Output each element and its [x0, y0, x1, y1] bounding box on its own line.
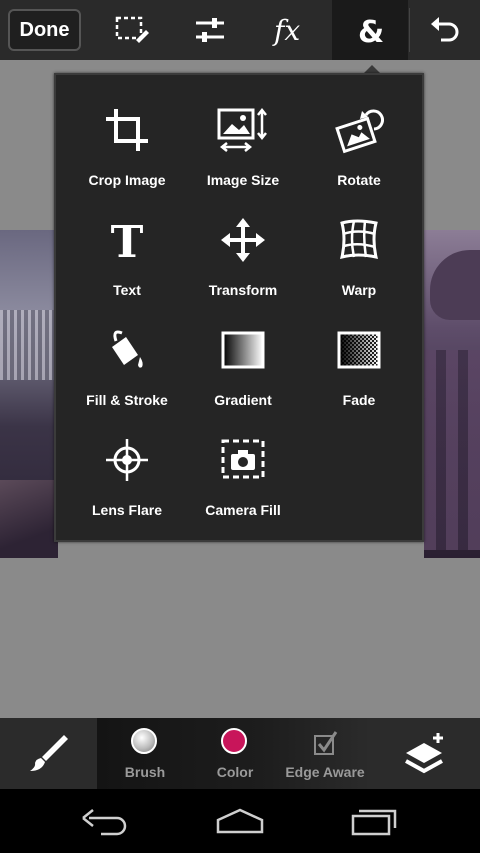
- camera-fill-icon: [185, 435, 301, 485]
- recent-apps-icon[interactable]: [334, 799, 414, 843]
- back-icon[interactable]: [66, 799, 146, 843]
- tool-options-panel: Brush Color Edge Aware: [97, 718, 370, 789]
- edge-aware-label: Edge Aware: [285, 764, 365, 780]
- text-icon: T: [69, 215, 185, 265]
- brush-label: Brush: [124, 764, 166, 780]
- undo-icon[interactable]: [410, 0, 480, 60]
- effects-fx-icon[interactable]: fx: [252, 0, 328, 60]
- brush-tool-icon[interactable]: [0, 718, 97, 789]
- brush-swatch: [131, 728, 157, 754]
- photo-right-edge: [424, 230, 480, 558]
- menu-item-label: Fade: [342, 392, 376, 408]
- svg-text:&: &: [358, 15, 384, 50]
- transform-icon: [185, 215, 301, 265]
- edge-aware-option[interactable]: Edge Aware: [279, 718, 371, 789]
- tools-popup-menu: Crop Image Image Size Rotate T Text Tran…: [54, 73, 424, 542]
- menu-item-transform[interactable]: Transform: [185, 185, 301, 298]
- menu-item-lens-flare[interactable]: Lens Flare: [69, 405, 185, 518]
- rotate-icon: [301, 105, 417, 155]
- home-icon[interactable]: [200, 799, 280, 843]
- warp-icon: [301, 215, 417, 265]
- crop-icon: [69, 105, 185, 155]
- menu-item-crop-image[interactable]: Crop Image: [69, 75, 185, 188]
- image-size-icon: [185, 105, 301, 155]
- color-swatch: [221, 728, 247, 754]
- fill-stroke-icon: [69, 325, 185, 375]
- gradient-icon: [185, 325, 301, 375]
- done-button[interactable]: Done: [8, 9, 81, 51]
- brush-option[interactable]: Brush: [99, 718, 191, 789]
- menu-item-label: Camera Fill: [205, 502, 281, 518]
- menu-item-image-size[interactable]: Image Size: [185, 75, 301, 188]
- svg-text:fx: fx: [272, 14, 300, 47]
- svg-text:T: T: [111, 217, 144, 263]
- menu-item-gradient[interactable]: Gradient: [185, 295, 301, 408]
- menu-item-camera-fill[interactable]: Camera Fill: [185, 405, 301, 518]
- top-toolbar: Done fx &: [0, 0, 480, 60]
- bottom-toolbar: Brush Color Edge Aware: [0, 718, 480, 789]
- ampersand-icon[interactable]: &: [332, 0, 408, 60]
- menu-item-fill-stroke[interactable]: Fill & Stroke: [69, 295, 185, 408]
- system-nav-bar: [0, 789, 480, 853]
- menu-item-text[interactable]: T Text: [69, 185, 185, 298]
- layers-icon[interactable]: [370, 718, 480, 789]
- lens-flare-icon: [69, 435, 185, 485]
- menu-item-rotate[interactable]: Rotate: [301, 75, 417, 188]
- color-label: Color: [216, 764, 254, 780]
- menu-item-label: Lens Flare: [91, 502, 163, 518]
- menu-item-fade[interactable]: Fade: [301, 295, 417, 408]
- selection-icon[interactable]: [94, 0, 170, 60]
- photo-left-edge: [0, 230, 58, 558]
- adjustments-icon[interactable]: [172, 0, 248, 60]
- fade-icon: [301, 325, 417, 375]
- checkbox-icon: [313, 730, 339, 761]
- menu-item-warp[interactable]: Warp: [301, 185, 417, 298]
- color-option[interactable]: Color: [189, 718, 281, 789]
